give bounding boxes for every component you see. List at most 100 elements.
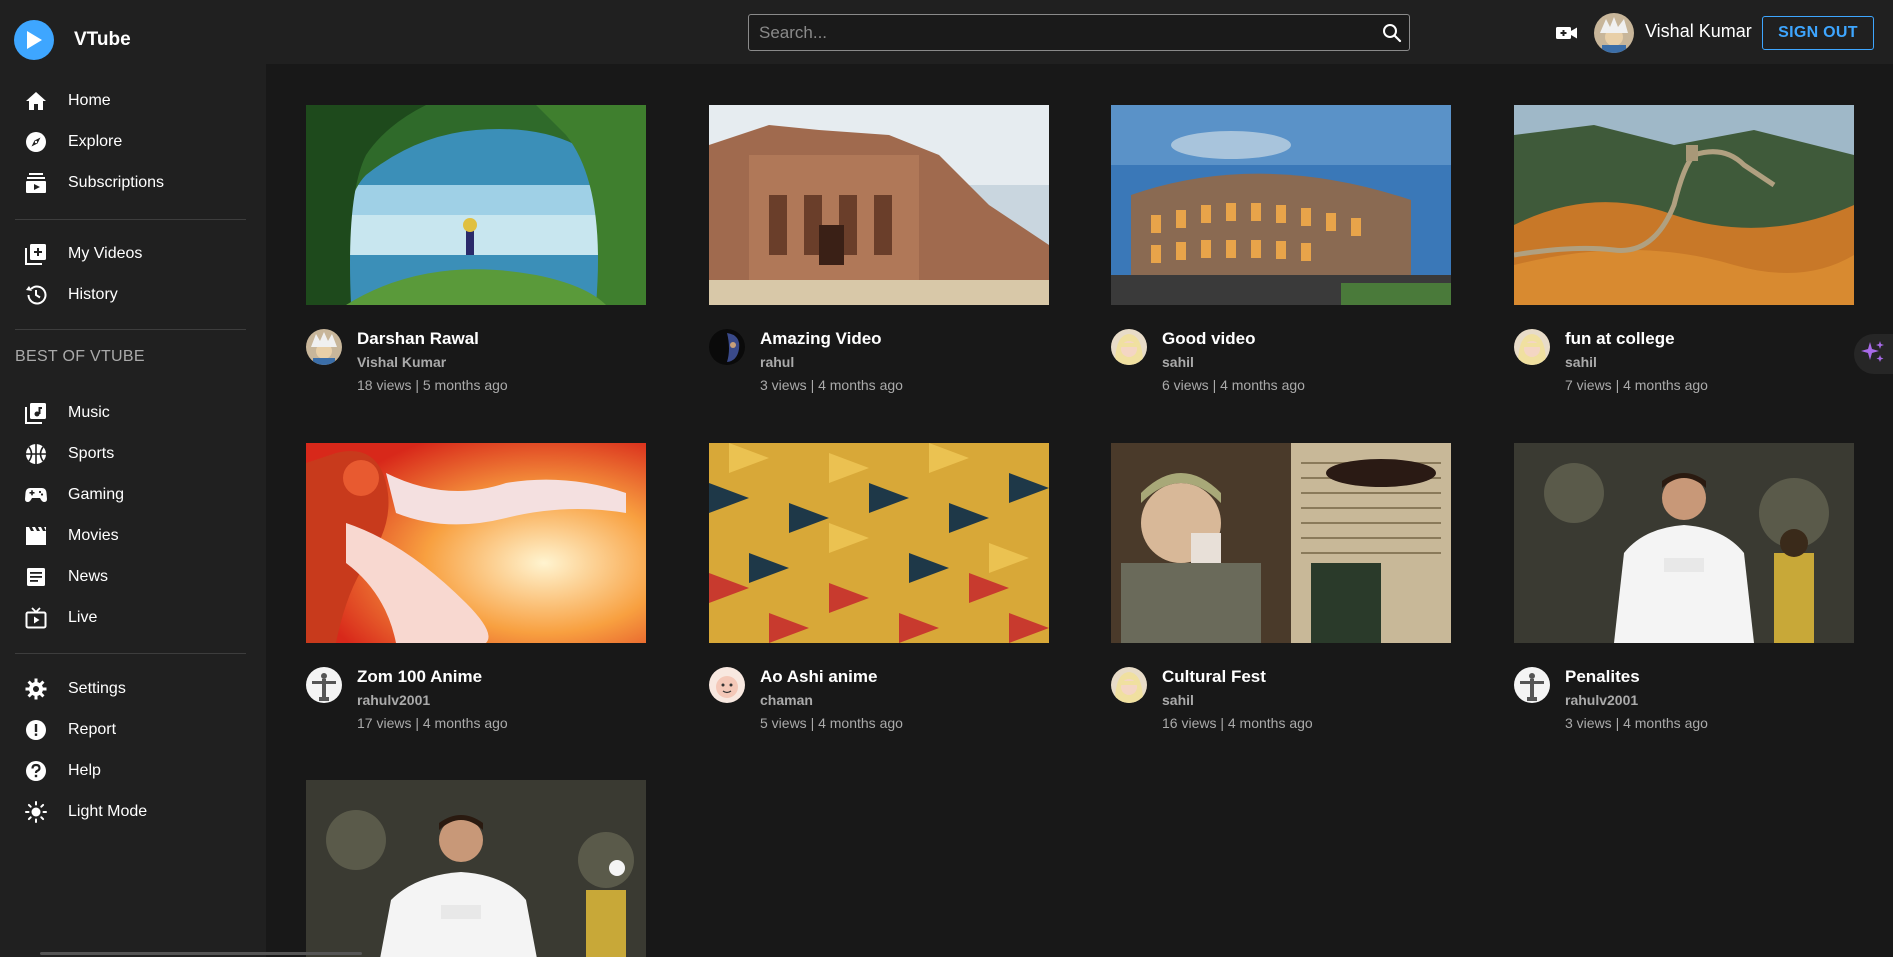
compass-icon [24,130,48,154]
sidebar-item-gaming[interactable]: Gaming [0,475,266,515]
sidebar-item-my-videos[interactable]: My Videos [0,234,266,274]
video-title[interactable]: fun at college [1565,329,1675,349]
sidebar-item-label: Home [68,92,111,109]
video-meta: 18 views | 5 months ago [357,377,508,393]
sidebar-item-history[interactable]: History [0,275,266,315]
sidebar-item-report[interactable]: Report [0,710,266,750]
home-icon [24,89,48,113]
video-thumbnail[interactable] [1111,443,1451,643]
add-video-icon [24,242,48,266]
sidebar-item-explore[interactable]: Explore [0,122,266,162]
video-title[interactable]: Amazing Video [760,329,882,349]
play-logo-icon [14,20,54,60]
sidebar-item-label: Light Mode [68,803,148,820]
video-thumbnail[interactable] [1111,105,1451,305]
search-icon[interactable] [1375,15,1409,50]
channel-avatar[interactable] [306,329,342,365]
sports-basketball-icon [24,442,48,466]
sidebar-item-label: Explore [68,133,123,150]
video-meta: 3 views | 4 months ago [760,377,903,393]
search-input[interactable] [749,15,1375,50]
video-thumbnail[interactable] [709,105,1049,305]
user-avatar[interactable] [1594,13,1634,53]
help-icon [24,759,48,783]
sign-out-button[interactable]: SIGN OUT [1762,16,1874,50]
channel-avatar[interactable] [709,329,745,365]
sidebar-item-movies[interactable]: Movies [0,516,266,556]
sidebar-item-music[interactable]: Music [0,393,266,433]
channel-name[interactable]: Vishal Kumar [357,354,446,370]
channel-name[interactable]: rahulv2001 [1565,692,1638,708]
video-title[interactable]: Zom 100 Anime [357,667,482,687]
video-title[interactable]: Darshan Rawal [357,329,479,349]
sidebar-item-help[interactable]: Help [0,751,266,791]
sidebar-divider [15,329,246,330]
video-title[interactable]: Good video [1162,329,1256,349]
channel-name[interactable]: rahulv2001 [357,692,430,708]
sidebar-item-label: Gaming [68,486,125,503]
channel-name[interactable]: sahil [1565,354,1597,370]
sidebar: Home Explore Subscriptions My Videos His… [0,64,266,957]
sidebar-item-settings[interactable]: Settings [0,669,266,709]
channel-avatar[interactable] [1514,329,1550,365]
channel-avatar[interactable] [1514,667,1550,703]
section-title: BEST OF VTUBE [15,348,145,365]
channel-avatar[interactable] [709,667,745,703]
sidebar-item-sports[interactable]: Sports [0,434,266,474]
video-meta: 16 views | 4 months ago [1162,715,1313,731]
settings-gear-icon [24,677,48,701]
channel-name[interactable]: sahil [1162,354,1194,370]
movie-clapper-icon [24,524,48,548]
sun-icon [24,800,48,824]
sidebar-item-light-mode[interactable]: Light Mode [0,792,266,832]
video-card[interactable] [306,780,646,957]
sidebar-item-label: Live [68,609,98,626]
video-thumbnail[interactable] [1514,443,1854,643]
gamepad-icon [24,483,48,507]
logo[interactable]: VTube [14,20,131,60]
video-thumbnail[interactable] [306,443,646,643]
sidebar-item-label: Movies [68,527,119,544]
video-title[interactable]: Penalites [1565,667,1640,687]
sparkle-icon [1860,339,1886,370]
video-title[interactable]: Ao Ashi anime [760,667,877,687]
sidebar-item-live[interactable]: Live [0,598,266,638]
history-icon [24,283,48,307]
video-thumbnail[interactable] [709,443,1049,643]
channel-name[interactable]: chaman [760,692,813,708]
video-thumbnail[interactable] [1514,105,1854,305]
search-box [748,14,1410,51]
video-title[interactable]: Cultural Fest [1162,667,1266,687]
video-meta: 17 views | 4 months ago [357,715,508,731]
subscriptions-icon [24,171,48,195]
sidebar-item-home[interactable]: Home [0,81,266,121]
assistant-fab[interactable] [1854,334,1893,374]
sidebar-item-label: Report [68,721,117,738]
sidebar-item-label: Subscriptions [68,174,165,191]
horizontal-scrollbar[interactable] [40,952,362,955]
sidebar-divider [15,219,246,220]
report-icon [24,718,48,742]
sidebar-item-label: History [68,286,118,303]
live-tv-icon [24,606,48,630]
app-title: VTube [74,29,131,50]
sidebar-item-subscriptions[interactable]: Subscriptions [0,163,266,203]
sidebar-item-label: Sports [68,445,115,462]
channel-avatar[interactable] [1111,667,1147,703]
video-thumbnail[interactable] [306,780,646,957]
sidebar-item-label: Music [68,404,110,421]
sidebar-item-news[interactable]: News [0,557,266,597]
top-bar: VTube Vishal Kumar SIGN OUT [0,0,1893,64]
channel-avatar[interactable] [306,667,342,703]
sidebar-item-label: My Videos [68,245,143,262]
channel-name[interactable]: sahil [1162,692,1194,708]
sidebar-item-label: Settings [68,680,126,697]
sidebar-item-label: News [68,568,109,585]
channel-name[interactable]: rahul [760,354,794,370]
video-meta: 5 views | 4 months ago [760,715,903,731]
video-thumbnail[interactable] [306,105,646,305]
video-plus-icon[interactable] [1555,23,1579,43]
video-meta: 6 views | 4 months ago [1162,377,1305,393]
channel-avatar[interactable] [1111,329,1147,365]
sidebar-divider [15,653,246,654]
